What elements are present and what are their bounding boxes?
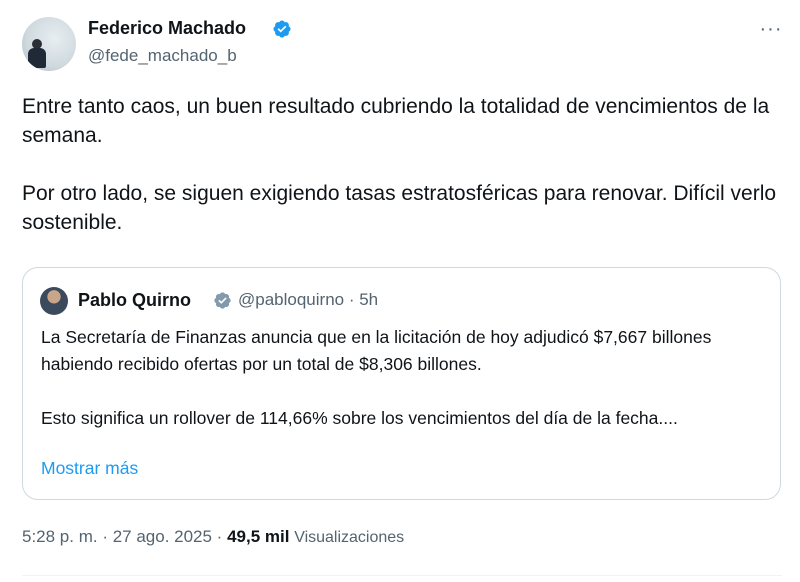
author-name[interactable]: Federico Machado: [88, 18, 246, 39]
views-label: Visualizaciones: [294, 529, 405, 546]
quote-paragraph: La Secretaría de Finanzas anuncia que en…: [41, 327, 712, 374]
quote-author-name[interactable]: Pablo Quirno: [78, 290, 191, 311]
author-avatar[interactable]: [22, 17, 76, 71]
tweet-paragraph: Por otro lado, se siguen exigiendo tasas…: [22, 182, 777, 234]
tweet-text: Entre tanto caos, un buen resultado cubr…: [22, 92, 782, 237]
quote-paragraph: Esto significa un rollover de 114,66% so…: [41, 408, 678, 428]
show-more-link[interactable]: Mostrar más: [41, 458, 138, 479]
quote-author-handle-time[interactable]: @pabloquirno · 5h: [238, 290, 378, 310]
tweet-timestamp[interactable]: 5:28 p. m. · 27 ago. 2025 ·: [22, 527, 227, 546]
divider: [22, 575, 782, 576]
author-handle[interactable]: @fede_machado_b: [88, 46, 237, 66]
quoted-tweet-card[interactable]: Pablo Quirno @pabloquirno · 5h La Secret…: [22, 267, 781, 500]
verified-badge-icon: [214, 292, 231, 309]
quote-author-avatar[interactable]: [40, 287, 68, 315]
tweet-meta: 5:28 p. m. · 27 ago. 2025 · 49,5 mil Vis…: [22, 527, 404, 547]
verified-badge-icon: [273, 20, 291, 38]
views-count: 49,5 mil: [227, 527, 290, 546]
tweet-paragraph: Entre tanto caos, un buen resultado cubr…: [22, 95, 770, 147]
quote-text: La Secretaría de Finanzas anuncia que en…: [41, 324, 766, 432]
tweet: Federico Machado @fede_machado_b ··· Ent…: [0, 0, 800, 582]
avatar-figure-body: [28, 48, 46, 68]
more-horizontal-icon[interactable]: ···: [758, 16, 784, 42]
